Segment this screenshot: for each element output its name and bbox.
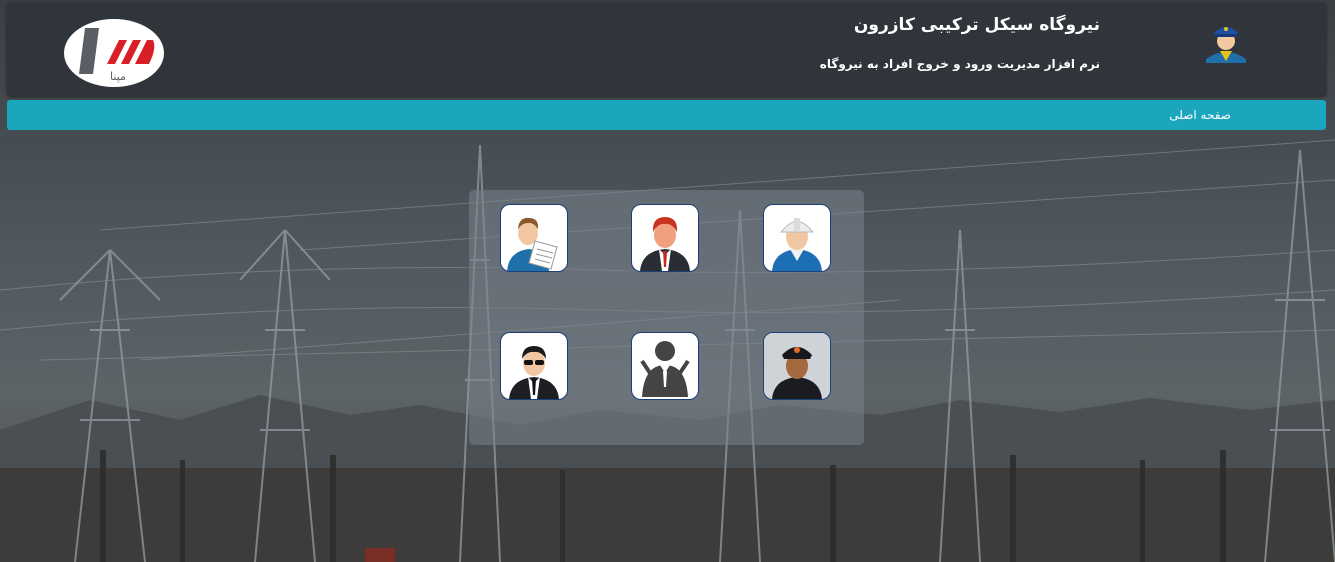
manager-red-hair-icon xyxy=(640,217,690,271)
police-officer-icon xyxy=(764,333,830,399)
app-subtitle: نرم افزار مدیریت ورود و خروج افراد به نی… xyxy=(819,57,1100,71)
role-selection-panel xyxy=(469,190,864,445)
main-navbar: صفحه اصلی xyxy=(7,100,1326,130)
mapna-logo: مپنا xyxy=(64,19,164,87)
tile-clerk[interactable] xyxy=(500,204,568,272)
security-guard-logo-icon xyxy=(1206,27,1246,63)
mapna-logo-text: مپنا xyxy=(110,70,126,83)
tile-police[interactable] xyxy=(763,332,831,400)
clerk-document-icon xyxy=(507,217,558,271)
tile-security[interactable] xyxy=(500,332,568,400)
security-agent-sunglasses-icon xyxy=(509,346,559,399)
plant-title: نیروگاه سیکل ترکیبی کازرون xyxy=(853,15,1100,35)
business-person-icon xyxy=(640,341,690,397)
tile-engineer[interactable] xyxy=(763,204,831,272)
nav-home-link[interactable]: صفحه اصلی xyxy=(1169,108,1231,122)
tile-staff[interactable] xyxy=(631,332,699,400)
tile-manager[interactable] xyxy=(631,204,699,272)
engineer-hardhat-icon xyxy=(772,218,822,271)
app-header: نیروگاه سیکل ترکیبی کازرون نرم افزار مدی… xyxy=(7,3,1326,96)
